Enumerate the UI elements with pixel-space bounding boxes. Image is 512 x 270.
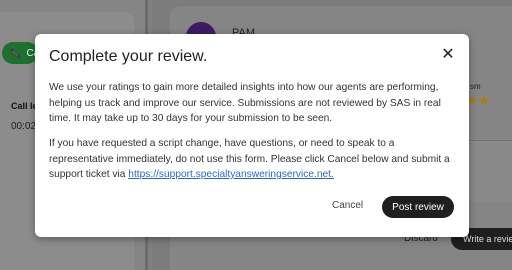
phone-icon: 📞 [10,47,23,59]
complete-review-dialog: Complete your review. ✕ We use your rati… [35,34,469,237]
call-button[interactable]: 📞 Ca [2,42,39,64]
review-text-area[interactable] [468,140,512,201]
post-review-button[interactable]: Post review [382,196,454,218]
dialog-title: Complete your review. [49,48,208,65]
cancel-button[interactable]: Cancel [332,200,363,211]
call-label: Call le [11,101,38,111]
rating-label: sm [470,82,481,91]
call-time: 00:02 [11,121,37,132]
dialog-support-paragraph: If you have requested a script change, h… [49,136,457,183]
support-link[interactable]: https://support.specialtyansweringservic… [128,169,334,180]
star-rating-icons[interactable]: ★★ [466,92,490,109]
close-icon[interactable]: ✕ [439,46,457,64]
dialog-info-paragraph: We use your ratings to gain more detaile… [49,82,441,124]
